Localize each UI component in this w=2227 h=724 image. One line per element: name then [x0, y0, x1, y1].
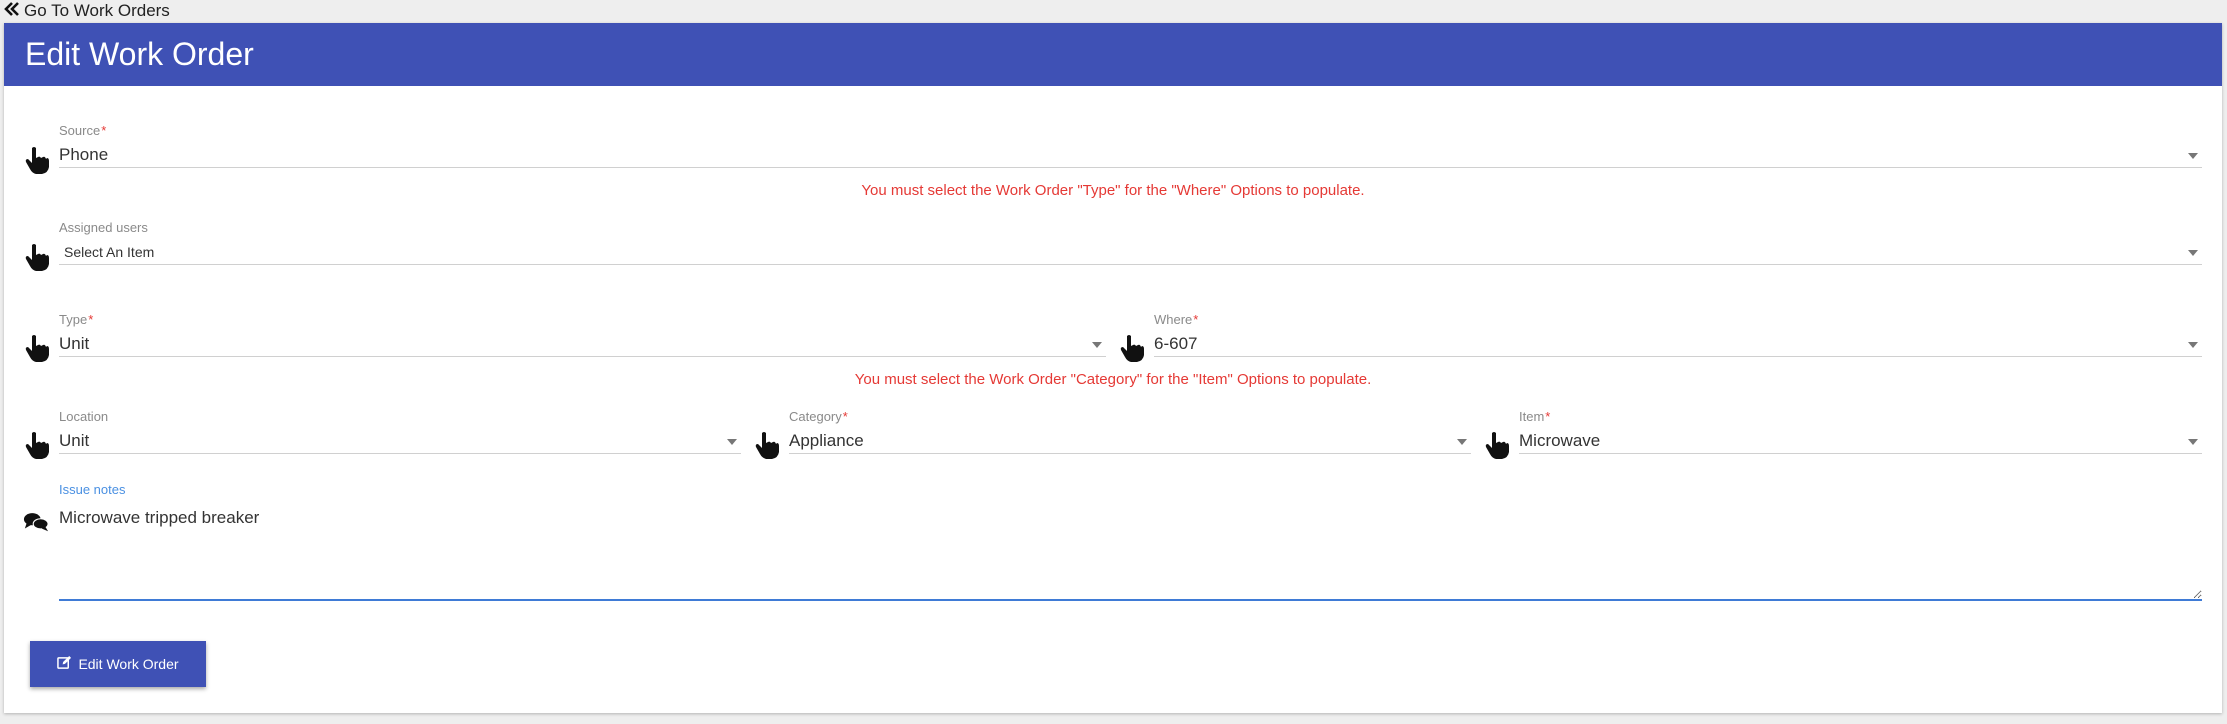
item-select[interactable]: Microwave: [1519, 429, 2202, 454]
hand-pointer-icon: [754, 430, 784, 460]
hand-pointer-icon: [24, 145, 54, 175]
comments-icon: [23, 507, 53, 537]
where-options-error: You must select the Work Order "Type" fo…: [861, 182, 1365, 199]
type-select[interactable]: Unit: [59, 332, 1106, 357]
dropdown-caret-icon: [2188, 342, 2198, 348]
location-label: Location: [59, 409, 109, 424]
type-label: Type*: [59, 312, 94, 327]
dropdown-caret-icon: [1457, 439, 1467, 445]
dropdown-caret-icon: [2188, 153, 2198, 159]
back-link-label: Go To Work Orders: [24, 1, 170, 20]
assigned-users-label: Assigned users: [59, 220, 148, 235]
issue-notes-label: Issue notes: [59, 482, 126, 497]
source-field: Source* Phone: [59, 123, 2202, 168]
source-label: Source*: [59, 123, 107, 138]
hand-pointer-icon: [1484, 430, 1514, 460]
edit-work-order-card: Edit Work Order Source* Phone You must s…: [4, 23, 2222, 713]
item-options-error: You must select the Work Order "Category…: [854, 371, 1372, 388]
dropdown-caret-icon: [2188, 250, 2198, 256]
assigned-users-field: Assigned users Select An Item: [59, 220, 2202, 265]
where-select[interactable]: 6-607: [1154, 332, 2202, 357]
category-select[interactable]: Appliance: [789, 429, 1471, 454]
category-label: Category*: [789, 409, 848, 424]
type-field: Type* Unit: [59, 312, 1106, 357]
issue-notes-textarea[interactable]: Microwave tripped breaker: [59, 508, 2202, 601]
where-label: Where*: [1154, 312, 1199, 327]
dropdown-caret-icon: [727, 439, 737, 445]
hand-pointer-icon: [24, 333, 54, 363]
where-field: Where* 6-607: [1154, 312, 2202, 357]
hand-pointer-icon: [24, 242, 54, 272]
edit-icon: [57, 655, 72, 673]
category-field: Category* Appliance: [789, 409, 1471, 454]
edit-work-order-button-label: Edit Work Order: [78, 656, 179, 672]
dropdown-caret-icon: [2188, 439, 2198, 445]
back-to-work-orders-link[interactable]: Go To Work Orders: [4, 0, 170, 22]
page-title: Edit Work Order: [4, 23, 2222, 86]
location-field: Location Unit: [59, 409, 741, 454]
item-field: Item* Microwave: [1519, 409, 2202, 454]
item-label: Item*: [1519, 409, 1551, 424]
double-chevron-left-icon: [4, 1, 20, 22]
edit-work-order-button[interactable]: Edit Work Order: [30, 641, 206, 687]
hand-pointer-icon: [24, 430, 54, 460]
location-select[interactable]: Unit: [59, 429, 741, 454]
assigned-users-select[interactable]: Select An Item: [59, 240, 2202, 265]
hand-pointer-icon: [1119, 333, 1149, 363]
dropdown-caret-icon: [1092, 342, 1102, 348]
source-select[interactable]: Phone: [59, 143, 2202, 168]
